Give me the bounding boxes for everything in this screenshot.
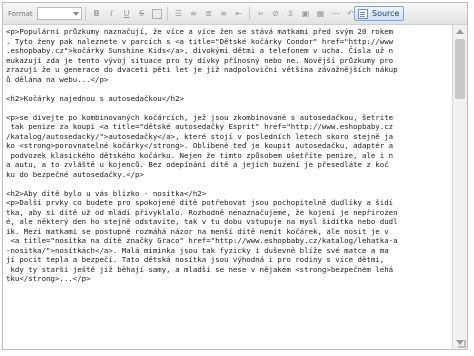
source-line: podvozek klasického dětského kočárku. Ne… xyxy=(6,150,394,160)
link-icon[interactable]: ∞ xyxy=(254,7,267,21)
scrollbar-thumb[interactable] xyxy=(455,39,465,99)
image-icon[interactable]: ▣ xyxy=(299,7,312,21)
source-line: .eshopbaby.cz">kočárky Sunshine Kids</a>… xyxy=(6,46,394,55)
strikethrough-button[interactable]: S xyxy=(135,7,148,21)
source-line: a autu, a to zvláště u kojenců. Bez odep… xyxy=(6,160,389,169)
format-select[interactable] xyxy=(37,7,82,20)
format-label: Format xyxy=(8,9,33,18)
align-center-icon[interactable]: ≡ xyxy=(217,7,230,21)
resize-handle[interactable] xyxy=(458,340,466,348)
source-line: <p>se dívejte po kombinovaných kočárcích… xyxy=(6,112,394,122)
horizontal-rule-icon[interactable]: ― xyxy=(329,7,342,21)
source-textarea[interactable]: <p>Populární průzkumy naznačují, že více… xyxy=(3,25,451,349)
bold-button[interactable]: B xyxy=(90,7,103,21)
italic-button[interactable]: I xyxy=(105,7,118,21)
source-line: tak penize za koupi <a title="dětské aut… xyxy=(6,122,394,131)
source-line: ík. Mezi matkami se postupně rozmáhá náz… xyxy=(6,226,389,236)
source-line: <h2>Aby dítě bylo u vás blízko - nosítka… xyxy=(6,188,207,198)
unlink-icon[interactable]: ⊘ xyxy=(269,7,282,21)
source-line: . Tyto ženy pak naleznete v parcích s <a… xyxy=(6,36,394,46)
numbered-list-icon[interactable]: ≡ xyxy=(187,7,200,21)
source-line: <p>Populární průzkumy naznačují, že více… xyxy=(6,27,394,36)
source-line: ku do bezpečné autosedačky.</p> xyxy=(6,169,144,179)
toolbar-divider xyxy=(85,6,86,21)
source-line: /katalog/autosedacky/">autosedačky</a>, … xyxy=(6,131,394,141)
source-button[interactable]: Source xyxy=(354,6,404,21)
source-line xyxy=(6,179,448,189)
bullet-list-icon[interactable]: ☰ xyxy=(172,7,185,21)
chevron-down-icon xyxy=(73,12,79,16)
source-line: jí pocit tepla a bezpečí. Tato dětská no… xyxy=(6,255,385,264)
source-line: <h2>Kočárky najednou s autosedačkou</h2> xyxy=(6,93,184,103)
source-label: Source xyxy=(372,9,400,18)
source-line: ko <strong>porovnatelné kočárky</strong>… xyxy=(6,141,394,150)
outdent-icon[interactable]: ⇤ xyxy=(232,7,245,21)
source-icon xyxy=(358,8,368,19)
source-line: <p>Další prvky co budete pro spokojené d… xyxy=(6,198,394,207)
source-line: é, ale některý den ho stejně odstavíte, … xyxy=(6,217,398,226)
toolbar-divider xyxy=(249,6,250,21)
html-editor: Format B I U S ☰ ≡ ≣ ≡ ⇤ ∞ ⊘ ⚓ ▣ ▦ ― ↶ ↷… xyxy=(2,2,468,350)
toolbar-divider xyxy=(167,6,168,21)
source-line: zrazují že u generace do dvaceti pěti le… xyxy=(6,65,398,74)
source-line: eukazují zda je tento vývoj situace pro … xyxy=(6,55,394,65)
source-line: tku</strong>...</p> xyxy=(6,274,91,283)
align-left-icon[interactable]: ≣ xyxy=(202,7,215,21)
source-line xyxy=(6,103,448,113)
text-color-button[interactable] xyxy=(150,7,163,21)
underline-button[interactable]: U xyxy=(120,7,133,21)
source-line: tka, aby si dítě už od mládí přivyklalo.… xyxy=(6,207,398,217)
source-line xyxy=(6,84,448,94)
source-line: -nositka/">nosítkách</a>. Malá miminka j… xyxy=(6,245,389,255)
source-line: <a title="nosítka na dítě značky Graco" … xyxy=(6,236,398,245)
scroll-up-icon[interactable] xyxy=(456,29,464,34)
vertical-scrollbar[interactable] xyxy=(452,25,467,349)
source-line: ů dělána na webu...</p> xyxy=(6,74,109,84)
source-line: kdy ty starší ještě již běhají samy, a m… xyxy=(6,264,394,274)
anchor-icon[interactable]: ⚓ xyxy=(284,7,297,21)
table-icon[interactable]: ▦ xyxy=(314,7,327,21)
